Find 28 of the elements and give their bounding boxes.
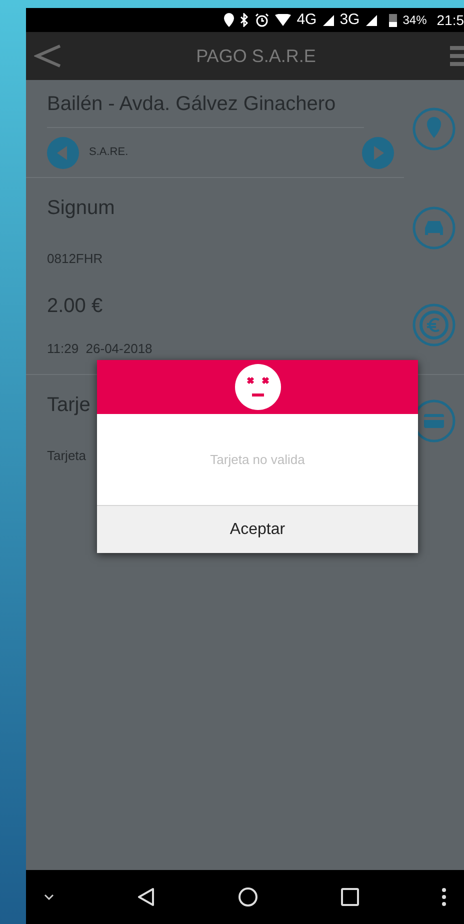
battery-icon (388, 13, 397, 27)
chevron-down-icon[interactable] (44, 894, 54, 900)
network-label: 3G (340, 10, 360, 30)
vehicle-name: Signum (47, 196, 116, 221)
recent-apps-icon[interactable] (341, 888, 359, 906)
card-title: Tarje (47, 393, 90, 418)
zone-label: S.A.RE. (89, 145, 130, 160)
dizzy-face-icon (234, 364, 280, 410)
menu-icon[interactable] (450, 45, 464, 67)
wifi-icon (274, 14, 291, 26)
amount: 2.00 € (47, 294, 104, 318)
street-name: Bailén - Avda. Gálvez Ginachero (47, 92, 336, 116)
date-time: 11:29 26-04-2018 (47, 340, 154, 358)
location-icon (224, 13, 234, 27)
clock-time: 21:5 (436, 10, 464, 30)
app-title: PAGO S.A.R.E (196, 44, 316, 68)
accept-button[interactable]: Aceptar (97, 505, 418, 553)
signal-icon (366, 14, 377, 26)
network-label: 4G (296, 10, 317, 30)
plate-number: 0812FHR (47, 250, 104, 268)
bluetooth-icon (240, 13, 249, 27)
alarm-icon (254, 13, 269, 27)
home-icon[interactable] (238, 887, 258, 907)
battery-percent: 34% (402, 12, 427, 29)
more-icon[interactable] (442, 888, 446, 906)
signal-icon (322, 14, 334, 26)
dialog-message: Tarjeta no valida (210, 450, 305, 469)
card-detail: Tarjeta (47, 447, 86, 465)
